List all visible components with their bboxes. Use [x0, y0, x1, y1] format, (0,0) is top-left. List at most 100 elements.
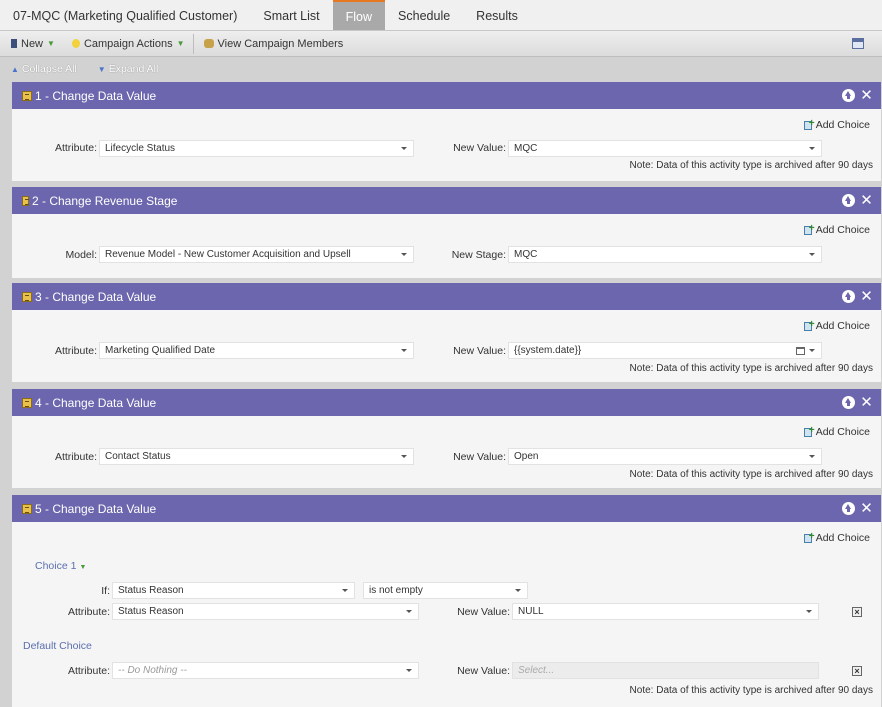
step-title: 1 - Change Data Value: [35, 88, 157, 103]
choice-new-value-label: New Value:: [457, 606, 510, 618]
model-label: Model:: [65, 249, 97, 261]
delete-choice-icon[interactable]: ×: [852, 607, 862, 617]
archive-note: Note: Data of this activity type is arch…: [629, 160, 873, 171]
model-select[interactable]: Revenue Model - New Customer Acquisition…: [99, 246, 414, 263]
choice-1-menu[interactable]: Choice 1 ▼: [35, 560, 86, 572]
condition-field-select[interactable]: Status Reason: [112, 582, 355, 599]
choice-attribute-select[interactable]: Status Reason: [112, 603, 419, 620]
default-new-value-label: New Value:: [457, 665, 510, 677]
new-value-label: New Value:: [453, 345, 506, 357]
new-value-label: New Value:: [453, 142, 506, 154]
if-label: If:: [101, 585, 110, 597]
collapse-icon: ▲: [11, 64, 19, 74]
close-icon[interactable]: ✕: [860, 88, 873, 103]
new-button[interactable]: New ▼: [0, 31, 61, 57]
archive-note: Note: Data of this activity type is arch…: [629, 363, 873, 374]
add-choice-icon: [803, 319, 815, 331]
people-icon: [203, 39, 214, 48]
new-value-select[interactable]: MQC: [508, 140, 822, 157]
revenue-stage-icon: [22, 195, 29, 206]
step-body: Add Choice Model: Revenue Model - New Cu…: [12, 214, 881, 278]
new-icon: [11, 39, 17, 48]
choice-new-value-select[interactable]: NULL: [512, 603, 819, 620]
expand-icon: ▼: [97, 64, 106, 74]
step-title: 4 - Change Data Value: [35, 395, 157, 410]
window-icon[interactable]: [852, 38, 864, 49]
close-icon[interactable]: ✕: [860, 289, 873, 304]
chevron-down-icon: [406, 669, 412, 672]
step-header[interactable]: 2 - Change Revenue Stage ✕: [12, 187, 881, 214]
attribute-select[interactable]: Contact Status: [99, 448, 414, 465]
flow-step-icon: [22, 503, 32, 514]
add-choice-icon: [803, 118, 815, 130]
calendar-icon[interactable]: [796, 347, 805, 355]
chevron-down-icon: [406, 610, 412, 613]
new-stage-label: New Stage:: [451, 249, 506, 261]
step-body: Add Choice Attribute: Marketing Qualifie…: [12, 310, 881, 382]
close-icon[interactable]: ✕: [860, 193, 873, 208]
chevron-down-icon: [401, 349, 407, 352]
default-attribute-label: Attribute:: [67, 665, 110, 677]
step-body: Add Choice Choice 1▼ If: Status Reason i…: [12, 522, 881, 707]
step-header[interactable]: 5 - Change Data Value ✕: [12, 495, 881, 522]
move-up-icon[interactable]: [842, 89, 855, 102]
flow-step-1: 1 - Change Data Value ✕ Add Choice Attri…: [12, 82, 881, 181]
move-up-icon[interactable]: [842, 502, 855, 515]
step-header[interactable]: 4 - Change Data Value ✕: [12, 389, 881, 416]
collapse-all-button[interactable]: ▲ Collapse All: [0, 63, 87, 75]
flow-step-icon: [22, 291, 32, 302]
campaign-actions-button[interactable]: Campaign Actions ▼: [61, 31, 191, 57]
flow-step-3: 3 - Change Data Value ✕ Add Choice Attri…: [12, 283, 881, 382]
step-title: 2 - Change Revenue Stage: [32, 193, 178, 208]
step-body: Add Choice Attribute: Contact Status New…: [12, 416, 881, 488]
flow-step-icon: [22, 397, 32, 408]
chevron-down-icon: [806, 610, 812, 613]
flow-step-icon: [22, 90, 32, 101]
close-icon[interactable]: ✕: [860, 501, 873, 516]
tab-results[interactable]: Results: [463, 0, 531, 30]
chevron-down-icon: [515, 589, 521, 592]
add-choice-button[interactable]: Add Choice: [803, 223, 870, 236]
chevron-down-icon: ▼: [176, 39, 185, 48]
expand-all-button[interactable]: ▼ Expand All: [87, 63, 169, 75]
toolbar: New ▼ Campaign Actions ▼ View Campaign M…: [0, 31, 882, 57]
new-value-select[interactable]: Open: [508, 448, 822, 465]
move-up-icon[interactable]: [842, 290, 855, 303]
add-choice-button[interactable]: Add Choice: [803, 531, 870, 544]
default-attribute-select[interactable]: -- Do Nothing --: [112, 662, 419, 679]
program-title: 07-MQC (Marketing Qualified Customer): [13, 9, 238, 23]
tab-schedule[interactable]: Schedule: [385, 0, 463, 30]
attribute-select[interactable]: Lifecycle Status: [99, 140, 414, 157]
step-title: 5 - Change Data Value: [35, 501, 157, 516]
add-choice-icon: [803, 531, 815, 543]
collapse-bar: ▲ Collapse All ▼ Expand All: [0, 57, 882, 81]
archive-note: Note: Data of this activity type is arch…: [629, 685, 873, 696]
tab-flow[interactable]: Flow: [332, 0, 386, 30]
condition-operator-select[interactable]: is not empty: [363, 582, 528, 599]
lightbulb-icon: [71, 39, 80, 48]
chevron-down-icon: [809, 253, 815, 256]
step-header[interactable]: 3 - Change Data Value ✕: [12, 283, 881, 310]
add-choice-button[interactable]: Add Choice: [803, 425, 870, 438]
add-choice-button[interactable]: Add Choice: [803, 118, 870, 131]
step-title: 3 - Change Data Value: [35, 289, 157, 304]
step-header[interactable]: 1 - Change Data Value ✕: [12, 82, 881, 109]
chevron-down-icon: [809, 455, 815, 458]
view-campaign-members-button[interactable]: View Campaign Members: [196, 31, 350, 57]
new-value-input[interactable]: {{system.date}}: [508, 342, 822, 359]
close-icon[interactable]: ✕: [860, 395, 873, 410]
choice-attribute-label: Attribute:: [67, 606, 110, 618]
archive-note: Note: Data of this activity type is arch…: [629, 469, 873, 480]
tab-smart-list[interactable]: Smart List: [250, 0, 332, 30]
move-up-icon[interactable]: [842, 396, 855, 409]
move-up-icon[interactable]: [842, 194, 855, 207]
flow-step-4: 4 - Change Data Value ✕ Add Choice Attri…: [12, 389, 881, 488]
attribute-select[interactable]: Marketing Qualified Date: [99, 342, 414, 359]
new-value-label: New Value:: [453, 451, 506, 463]
chevron-down-icon: [401, 455, 407, 458]
chevron-down-icon: [401, 253, 407, 256]
new-stage-select[interactable]: MQC: [508, 246, 822, 263]
step-body: Add Choice Attribute: Lifecycle Status N…: [12, 109, 881, 181]
delete-default-choice-icon[interactable]: ×: [852, 666, 862, 676]
add-choice-button[interactable]: Add Choice: [803, 319, 870, 332]
